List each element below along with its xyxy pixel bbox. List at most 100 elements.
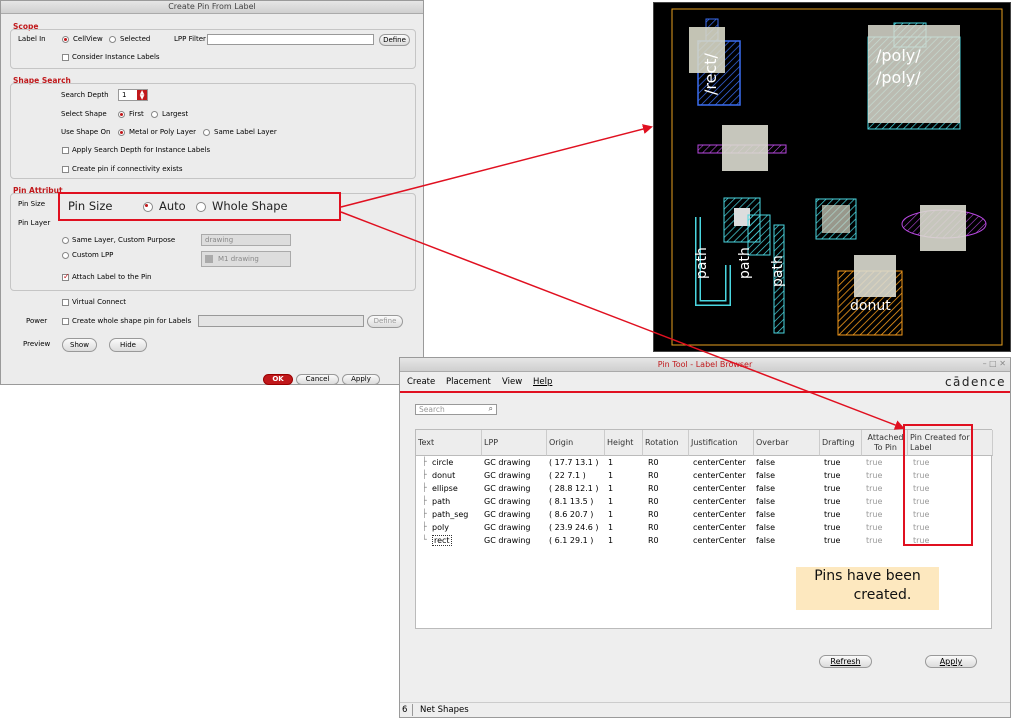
same-label-layer-label: Same Label Layer — [214, 128, 277, 136]
col-drafting[interactable]: Drafting — [820, 430, 862, 456]
zoom-auto-radio[interactable] — [143, 202, 153, 212]
col-origin[interactable]: Origin — [547, 430, 605, 456]
layout-shapes: /rect/ /poly/ /poly/ path path path donu… — [671, 8, 1003, 346]
whole-shape-pin-checkbox[interactable] — [62, 318, 69, 325]
cell-height: 1 — [608, 510, 614, 519]
label-path-2: path — [737, 247, 753, 279]
virtual-connect-checkbox[interactable] — [62, 299, 69, 306]
cell-origin: ( 22 7.1 ) — [549, 471, 586, 480]
cell-attached: true — [866, 471, 883, 480]
circle-pin — [822, 205, 850, 233]
custom-lpp-radio[interactable] — [62, 252, 69, 259]
attach-label-checkbox[interactable] — [62, 272, 70, 281]
cellview-radio[interactable] — [62, 36, 69, 43]
same-layer-custom-purpose-label: Same Layer, Custom Purpose — [72, 236, 176, 244]
cell-rotation: R0 — [648, 471, 659, 480]
custom-lpp-dropdown[interactable]: M1 drawing — [201, 251, 291, 267]
pins-created-note: Pins have been created. — [796, 567, 939, 610]
menu-view[interactable]: View — [502, 377, 522, 387]
status-count: 6 — [402, 705, 408, 715]
cell-drafting: true — [824, 523, 841, 532]
cell-lpp: GC drawing — [484, 471, 531, 480]
power-labels-input[interactable] — [198, 315, 364, 327]
cell-height: 1 — [608, 497, 614, 506]
cell-rotation: R0 — [648, 497, 659, 506]
metal-poly-radio[interactable] — [118, 129, 125, 136]
cell-height: 1 — [608, 536, 614, 545]
label-in-label: Label In — [18, 35, 46, 43]
col-rotation[interactable]: Rotation — [643, 430, 689, 456]
select-shape-label: Select Shape — [61, 110, 107, 118]
col-lpp[interactable]: LPP — [482, 430, 547, 456]
col-attached[interactable]: Attached To Pin — [862, 430, 908, 456]
cancel-button[interactable]: Cancel — [296, 374, 339, 385]
tree-branch-icon: ├ — [422, 470, 427, 479]
status-divider — [412, 704, 413, 716]
cell-text: ellipse — [432, 484, 458, 493]
spinner-arrows-icon[interactable]: ▲ ▼ — [137, 90, 147, 101]
dialog-title: Create Pin From Label — [1, 1, 423, 14]
pin-tool-apply-button[interactable]: Apply — [925, 655, 977, 668]
lpp-filter-label: LPP Filter — [174, 35, 206, 43]
create-pin-connectivity-label: Create pin if connectivity exists — [72, 165, 183, 173]
create-pin-connectivity-checkbox[interactable] — [62, 166, 69, 173]
window-controls-icon[interactable]: – □ ✕ — [983, 359, 1006, 368]
selected-radio[interactable] — [109, 36, 116, 43]
cell-lpp: GC drawing — [484, 484, 531, 493]
menu-create[interactable]: Create — [407, 377, 435, 387]
status-bar: 6 Net Shapes — [400, 702, 1010, 717]
tree-branch-icon: ├ — [422, 457, 427, 466]
col-justification[interactable]: Justification — [689, 430, 754, 456]
label-poly-1: /poly/ — [876, 46, 921, 65]
define-button[interactable]: Define — [379, 34, 410, 46]
same-layer-custom-purpose-radio[interactable] — [62, 237, 69, 244]
menu-divider — [400, 391, 1010, 393]
first-radio[interactable] — [118, 111, 125, 118]
col-text[interactable]: Text — [416, 430, 482, 456]
cell-overbar: false — [756, 536, 776, 545]
consider-instance-labels-checkbox[interactable] — [62, 54, 69, 61]
cell-lpp: GC drawing — [484, 497, 531, 506]
apply-search-depth-checkbox[interactable] — [62, 147, 69, 154]
cell-origin: ( 17.7 13.1 ) — [549, 458, 599, 467]
cell-height: 1 — [608, 458, 614, 467]
cell-height: 1 — [608, 523, 614, 532]
search-depth-value: 1 — [122, 91, 127, 99]
refresh-button[interactable]: Refresh — [819, 655, 872, 668]
apply-button[interactable]: Apply — [342, 374, 380, 385]
lpp-filter-input[interactable] — [207, 34, 374, 45]
menu-placement[interactable]: Placement — [446, 377, 491, 387]
ellipse-pin — [920, 205, 966, 251]
show-button[interactable]: Show — [62, 338, 97, 352]
zoom-whole-shape-radio[interactable] — [196, 202, 206, 212]
ok-button[interactable]: OK — [263, 374, 293, 385]
cell-rotation: R0 — [648, 484, 659, 493]
note-line-1: Pins have been — [814, 568, 921, 584]
cell-height: 1 — [608, 471, 614, 480]
search-input[interactable]: Search ⌕ — [415, 404, 497, 415]
custom-purpose-dropdown[interactable]: drawing — [201, 234, 291, 246]
same-label-layer-radio[interactable] — [203, 129, 210, 136]
layout-canvas[interactable]: /rect/ /poly/ /poly/ path path path donu… — [653, 2, 1011, 352]
virtual-connect-label: Virtual Connect — [72, 298, 127, 306]
cell-origin: ( 8.6 20.7 ) — [549, 510, 594, 519]
power-define-button[interactable]: Define — [367, 315, 403, 328]
cell-overbar: false — [756, 523, 776, 532]
cell-overbar: false — [756, 484, 776, 493]
search-depth-spinner[interactable]: 1 ▲ ▼ — [118, 89, 148, 101]
tree-branch-icon: ├ — [422, 483, 427, 492]
menu-help[interactable]: Help — [533, 377, 552, 387]
metal-poly-label: Metal or Poly Layer — [129, 128, 197, 136]
cell-overbar: false — [756, 471, 776, 480]
pin-size-label: Pin Size — [18, 200, 46, 208]
largest-radio[interactable] — [151, 111, 158, 118]
cell-justification: centerCenter — [693, 458, 746, 467]
col-overbar[interactable]: Overbar — [754, 430, 820, 456]
first-label: First — [129, 110, 144, 118]
cell-rotation: R0 — [648, 536, 659, 545]
col-height[interactable]: Height — [605, 430, 643, 456]
cell-overbar: false — [756, 497, 776, 506]
cell-drafting: true — [824, 536, 841, 545]
hide-button[interactable]: Hide — [109, 338, 147, 352]
cell-lpp: GC drawing — [484, 523, 531, 532]
